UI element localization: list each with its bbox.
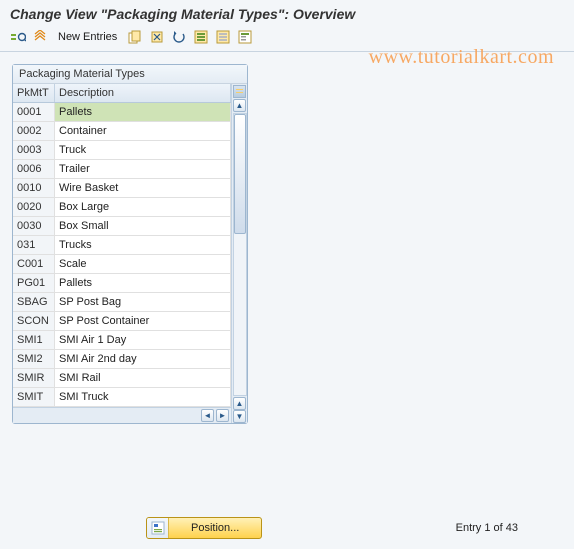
footer: Position... Entry 1 of 43 bbox=[0, 517, 574, 539]
table-row[interactable]: 0030Box Small bbox=[13, 217, 231, 236]
table-row[interactable]: SCONSP Post Container bbox=[13, 312, 231, 331]
scroll-left-icon[interactable]: ◄ bbox=[201, 409, 214, 422]
col-header-desc[interactable]: Description bbox=[55, 84, 231, 102]
cell-code[interactable]: SMIT bbox=[13, 388, 55, 406]
table-row[interactable]: 0010Wire Basket bbox=[13, 179, 231, 198]
position-button[interactable]: Position... bbox=[146, 517, 262, 539]
cell-desc[interactable]: SMI Air 2nd day bbox=[55, 350, 231, 368]
scroll-track[interactable] bbox=[233, 113, 247, 396]
cell-desc[interactable]: SP Post Container bbox=[55, 312, 231, 330]
cell-desc[interactable]: SMI Air 1 Day bbox=[55, 331, 231, 349]
cell-desc[interactable]: Truck bbox=[55, 141, 231, 159]
table-row[interactable]: SMI2SMI Air 2nd day bbox=[13, 350, 231, 369]
table-row[interactable]: SMIRSMI Rail bbox=[13, 369, 231, 388]
cell-code[interactable]: SMI1 bbox=[13, 331, 55, 349]
scroll-up-icon[interactable]: ▲ bbox=[233, 99, 246, 112]
cell-desc[interactable]: SMI Truck bbox=[55, 388, 231, 406]
cell-code[interactable]: 0003 bbox=[13, 141, 55, 159]
cell-code[interactable]: 0010 bbox=[13, 179, 55, 197]
expand-icon[interactable] bbox=[32, 29, 48, 45]
table-row[interactable]: SMITSMI Truck bbox=[13, 388, 231, 407]
entry-count-text: Entry 1 of 43 bbox=[456, 522, 518, 534]
table-row[interactable]: 0001Pallets bbox=[13, 103, 231, 122]
cell-desc[interactable]: Trucks bbox=[55, 236, 231, 254]
cell-code[interactable]: SBAG bbox=[13, 293, 55, 311]
scroll-thumb[interactable] bbox=[234, 114, 246, 234]
scroll-down-icon[interactable]: ▼ bbox=[233, 410, 246, 423]
cell-desc[interactable]: SP Post Bag bbox=[55, 293, 231, 311]
table-row[interactable]: 031Trucks bbox=[13, 236, 231, 255]
copy-icon[interactable] bbox=[127, 29, 143, 45]
cell-desc[interactable]: Trailer bbox=[55, 160, 231, 178]
cell-code[interactable]: SCON bbox=[13, 312, 55, 330]
cell-desc[interactable]: Wire Basket bbox=[55, 179, 231, 197]
table-row[interactable]: PG01Pallets bbox=[13, 274, 231, 293]
page-title: Change View "Packaging Material Types": … bbox=[0, 0, 574, 26]
scroll-up2-icon[interactable]: ▲ bbox=[233, 397, 246, 410]
table-row[interactable]: 0002Container bbox=[13, 122, 231, 141]
cell-desc[interactable]: Scale bbox=[55, 255, 231, 273]
cell-code[interactable]: 0030 bbox=[13, 217, 55, 235]
cell-desc[interactable]: Box Small bbox=[55, 217, 231, 235]
cell-desc[interactable]: Pallets bbox=[55, 274, 231, 292]
table-row[interactable]: SMI1SMI Air 1 Day bbox=[13, 331, 231, 350]
vertical-scrollbar[interactable]: ▲ ▲ ▼ bbox=[231, 84, 247, 423]
cell-code[interactable]: 0001 bbox=[13, 103, 55, 121]
cell-code[interactable]: 0002 bbox=[13, 122, 55, 140]
cell-code[interactable]: C001 bbox=[13, 255, 55, 273]
table-row[interactable]: 0006Trailer bbox=[13, 160, 231, 179]
cell-desc[interactable]: Pallets bbox=[55, 103, 231, 121]
cell-code[interactable]: PG01 bbox=[13, 274, 55, 292]
select-columns-icon[interactable] bbox=[233, 85, 246, 98]
packaging-types-panel: Packaging Material Types PkMtT Descripti… bbox=[12, 64, 248, 424]
position-label: Position... bbox=[169, 522, 261, 534]
table-row[interactable]: 0020Box Large bbox=[13, 198, 231, 217]
cell-desc[interactable]: Box Large bbox=[55, 198, 231, 216]
toolbar: New Entries bbox=[0, 26, 574, 52]
panel-title: Packaging Material Types bbox=[13, 65, 247, 84]
cell-desc[interactable]: SMI Rail bbox=[55, 369, 231, 387]
cell-code[interactable]: 0006 bbox=[13, 160, 55, 178]
delete-icon[interactable] bbox=[149, 29, 165, 45]
scroll-right-icon[interactable]: ► bbox=[216, 409, 229, 422]
position-icon bbox=[147, 518, 169, 538]
table-header: PkMtT Description bbox=[13, 84, 231, 103]
undo-icon[interactable] bbox=[171, 29, 187, 45]
new-entries-button[interactable]: New Entries bbox=[54, 31, 121, 43]
cell-code[interactable]: 0020 bbox=[13, 198, 55, 216]
table-row[interactable]: 0003Truck bbox=[13, 141, 231, 160]
table-row[interactable]: C001Scale bbox=[13, 255, 231, 274]
print-form-icon[interactable] bbox=[237, 29, 253, 45]
cell-code[interactable]: 031 bbox=[13, 236, 55, 254]
table-row[interactable]: SBAGSP Post Bag bbox=[13, 293, 231, 312]
select-all-icon[interactable] bbox=[193, 29, 209, 45]
col-header-code[interactable]: PkMtT bbox=[13, 84, 55, 102]
cell-code[interactable]: SMIR bbox=[13, 369, 55, 387]
cell-code[interactable]: SMI2 bbox=[13, 350, 55, 368]
toggle-display-icon[interactable] bbox=[10, 29, 26, 45]
horizontal-scrollbar[interactable]: ◄ ► bbox=[13, 407, 231, 423]
deselect-all-icon[interactable] bbox=[215, 29, 231, 45]
cell-desc[interactable]: Container bbox=[55, 122, 231, 140]
